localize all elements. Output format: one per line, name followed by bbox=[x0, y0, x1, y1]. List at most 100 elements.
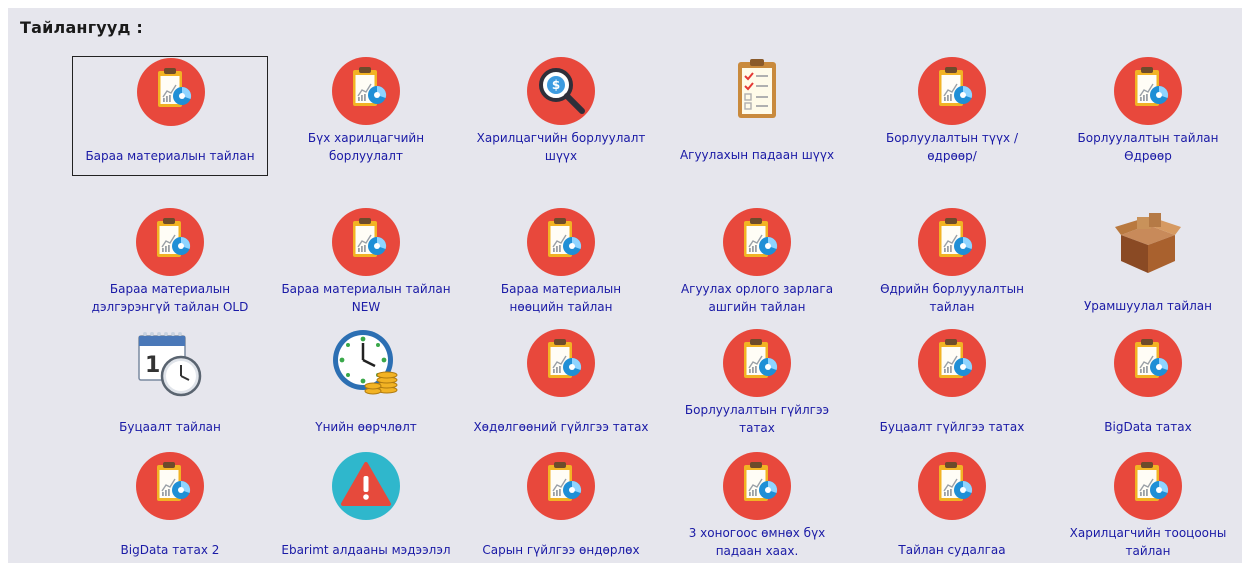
report-tile[interactable]: Өдрийн борлуулалтын тайлан bbox=[854, 207, 1050, 327]
report-clipboard-icon[interactable] bbox=[1113, 328, 1183, 398]
report-link-label[interactable]: Буцаалт гүйлгээ татах bbox=[856, 418, 1048, 436]
report-link-line-2: өдрөөр/ bbox=[927, 149, 977, 163]
report-tile[interactable]: Харилцагчийн тооцооны тайлан bbox=[1050, 451, 1242, 571]
report-link-line-1: Хөдөлгөөний гүйлгээ татах bbox=[473, 420, 649, 434]
report-tile[interactable]: Бүх харилцагчийн борлуулалт bbox=[268, 56, 464, 176]
calendar-clock-icon[interactable]: 1 bbox=[135, 328, 205, 398]
report-link-line-2: шүүх bbox=[544, 149, 578, 163]
report-tile[interactable]: Бараа материалын тайлан bbox=[72, 56, 268, 176]
report-clipboard-icon[interactable] bbox=[1113, 451, 1183, 521]
report-clipboard-icon[interactable] bbox=[1113, 56, 1183, 126]
report-clipboard-icon[interactable] bbox=[331, 207, 401, 277]
report-link-label[interactable]: Үнийн өөрчлөлт bbox=[270, 418, 462, 436]
report-clipboard-icon[interactable] bbox=[331, 56, 401, 126]
report-link-label[interactable]: Харилцагчийн тооцооны тайлан bbox=[1052, 524, 1242, 560]
report-tile[interactable]: BigData татах 2 bbox=[72, 451, 268, 571]
report-clipboard-icon[interactable] bbox=[917, 207, 987, 277]
report-link-line-1: Борлуулалтын гүйлгээ bbox=[684, 403, 830, 417]
report-link-label[interactable]: Ebarimt алдааны мэдээлэл bbox=[270, 541, 462, 559]
report-link-line-1: Сарын гүйлгээ өндөрлөх bbox=[482, 543, 640, 557]
report-link-label[interactable]: BigData татах 2 bbox=[74, 541, 266, 559]
report-link-line-1: Үнийн өөрчлөлт bbox=[315, 420, 417, 434]
report-clipboard-icon[interactable] bbox=[526, 328, 596, 398]
report-link-line-1: Харилцагчийн борлуулалт bbox=[476, 131, 646, 145]
report-link-line-1: Бараа материалын тайлан bbox=[85, 149, 255, 163]
report-link-label[interactable]: Урамшуулал тайлан bbox=[1052, 297, 1242, 315]
report-link-label[interactable]: Бараа материалын нөөцийн тайлан bbox=[465, 280, 657, 316]
report-link-line-2: NEW bbox=[351, 300, 381, 314]
report-link-line-1: Бараа материалын тайлан bbox=[281, 282, 451, 296]
report-clipboard-icon[interactable] bbox=[136, 57, 206, 127]
report-link-label[interactable]: Бараа материалын тайлан bbox=[75, 147, 265, 165]
report-tile[interactable]: $ Харилцагчийн борлуулалт шүүх bbox=[463, 56, 659, 176]
report-tile[interactable]: 1 Буцаалт тайлан bbox=[72, 328, 268, 448]
report-link-line-2: нөөцийн тайлан bbox=[509, 300, 613, 314]
warning-triangle-icon[interactable] bbox=[331, 451, 401, 521]
report-tile[interactable]: BigData татах bbox=[1050, 328, 1242, 448]
report-link-line-1: Буцаалт гүйлгээ татах bbox=[879, 420, 1025, 434]
report-tile[interactable]: Агуулах орлого зарлага ашгийн тайлан bbox=[659, 207, 855, 327]
report-tile[interactable]: Борлуулалтын тайлан Өдрөөр bbox=[1050, 56, 1242, 176]
report-clipboard-icon[interactable] bbox=[526, 207, 596, 277]
report-clipboard-icon[interactable] bbox=[722, 451, 792, 521]
report-tile[interactable]: 3 хоногоос өмнөх бүх падаан хаах. bbox=[659, 451, 855, 571]
checklist-clipboard-icon[interactable] bbox=[722, 56, 792, 126]
report-clipboard-icon[interactable] bbox=[917, 451, 987, 521]
report-link-label[interactable]: Өдрийн борлуулалтын тайлан bbox=[856, 280, 1048, 316]
report-link-line-2: тайлан bbox=[1125, 544, 1171, 558]
report-tile[interactable]: Буцаалт гүйлгээ татах bbox=[854, 328, 1050, 448]
report-link-label[interactable]: Буцаалт тайлан bbox=[74, 418, 266, 436]
report-link-line-1: Бараа материалын bbox=[109, 282, 231, 296]
report-link-label[interactable]: Бараа материалын дэлгэрэнгүй тайлан OLD bbox=[74, 280, 266, 316]
report-link-label[interactable]: Бараа материалын тайлан NEW bbox=[270, 280, 462, 316]
report-link-label[interactable]: Сарын гүйлгээ өндөрлөх bbox=[465, 541, 657, 559]
report-tile[interactable]: Бараа материалын дэлгэрэнгүй тайлан OLD bbox=[72, 207, 268, 327]
report-link-line-1: 3 хоногоос өмнөх бүх bbox=[688, 526, 826, 540]
search-money-icon[interactable]: $ bbox=[526, 56, 596, 126]
report-tile[interactable]: Тайлан судалгаа bbox=[854, 451, 1050, 571]
report-tile[interactable]: Бараа материалын нөөцийн тайлан bbox=[463, 207, 659, 327]
report-link-line-1: BigData татах 2 bbox=[120, 543, 220, 557]
report-link-label[interactable]: Тайлан судалгаа bbox=[856, 541, 1048, 559]
report-tile[interactable]: Урамшуулал тайлан bbox=[1050, 207, 1242, 327]
report-link-label[interactable]: Борлуулалтын түүх / өдрөөр/ bbox=[856, 129, 1048, 165]
report-link-line-1: Тайлан судалгаа bbox=[898, 543, 1006, 557]
report-link-line-1: Борлуулалтын түүх / bbox=[885, 131, 1019, 145]
report-link-label[interactable]: Борлуулалтын тайлан Өдрөөр bbox=[1052, 129, 1242, 165]
report-tile[interactable]: Ebarimt алдааны мэдээлэл bbox=[268, 451, 464, 571]
report-link-line-2: дэлгэрэнгүй тайлан OLD bbox=[91, 300, 249, 314]
report-clipboard-icon[interactable] bbox=[135, 451, 205, 521]
report-clipboard-icon[interactable] bbox=[917, 328, 987, 398]
report-clipboard-icon[interactable] bbox=[135, 207, 205, 277]
report-link-line-2: падаан хаах. bbox=[715, 544, 799, 558]
report-link-label[interactable]: 3 хоногоос өмнөх бүх падаан хаах. bbox=[661, 524, 853, 560]
report-tile[interactable]: Борлуулалтын гүйлгээ татах bbox=[659, 328, 855, 448]
report-tile[interactable]: Бараа материалын тайлан NEW bbox=[268, 207, 464, 327]
report-link-label[interactable]: Агуулах орлого зарлага ашгийн тайлан bbox=[661, 280, 853, 316]
report-link-label[interactable]: BigData татах bbox=[1052, 418, 1242, 436]
report-link-line-1: Ebarimt алдааны мэдээлэл bbox=[281, 543, 451, 557]
report-clipboard-icon[interactable] bbox=[526, 451, 596, 521]
report-link-label[interactable]: Хөдөлгөөний гүйлгээ татах bbox=[465, 418, 657, 436]
clock-coins-icon[interactable] bbox=[331, 328, 401, 398]
report-link-label[interactable]: Борлуулалтын гүйлгээ татах bbox=[661, 401, 853, 437]
report-link-label[interactable]: Бүх харилцагчийн борлуулалт bbox=[270, 129, 462, 165]
report-tile[interactable]: Агуулахын падаан шүүх bbox=[659, 56, 855, 176]
report-tile[interactable]: Сарын гүйлгээ өндөрлөх bbox=[463, 451, 659, 571]
report-link-line-1: Бараа материалын bbox=[500, 282, 622, 296]
report-link-label[interactable]: Харилцагчийн борлуулалт шүүх bbox=[465, 129, 657, 165]
report-link-line-1: Буцаалт тайлан bbox=[119, 420, 221, 434]
report-link-line-1: BigData татах bbox=[1104, 420, 1192, 434]
report-clipboard-icon[interactable] bbox=[722, 328, 792, 398]
report-link-line-2: борлуулалт bbox=[329, 149, 403, 163]
report-link-label[interactable]: Агуулахын падаан шүүх bbox=[661, 146, 853, 164]
report-link-line-1: Борлуулалтын тайлан bbox=[1077, 131, 1219, 145]
report-clipboard-icon[interactable] bbox=[722, 207, 792, 277]
report-tile[interactable]: Хөдөлгөөний гүйлгээ татах bbox=[463, 328, 659, 448]
report-link-line-1: Харилцагчийн тооцооны bbox=[1069, 526, 1227, 540]
report-clipboard-icon[interactable] bbox=[917, 56, 987, 126]
report-link-line-2: тайлан bbox=[929, 300, 975, 314]
report-tile[interactable]: Борлуулалтын түүх / өдрөөр/ bbox=[854, 56, 1050, 176]
open-box-icon[interactable] bbox=[1113, 207, 1183, 277]
report-tile[interactable]: Үнийн өөрчлөлт bbox=[268, 328, 464, 448]
